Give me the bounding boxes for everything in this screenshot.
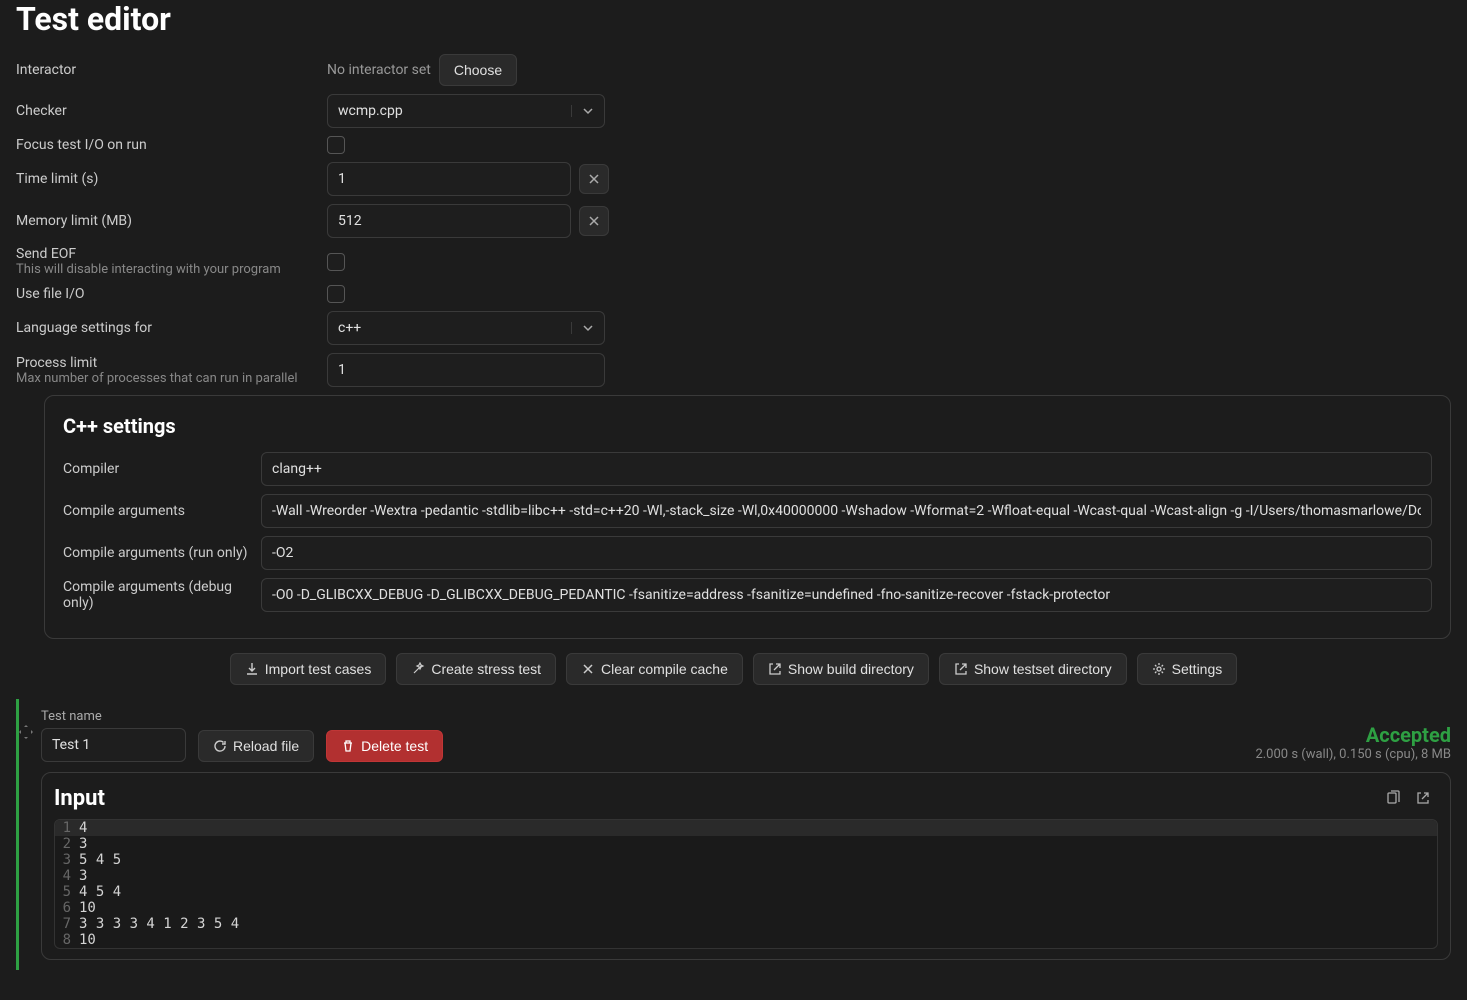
line-number: 4 (55, 868, 79, 884)
reload-file-button[interactable]: Reload file (198, 730, 314, 762)
choose-interactor-button[interactable]: Choose (439, 54, 517, 86)
clear-compile-cache-button[interactable]: Clear compile cache (566, 653, 743, 685)
test-block: Test name Reload file Delete test Accept… (16, 699, 1451, 970)
page-title: Test editor (16, 0, 1451, 38)
create-stress-test-button[interactable]: Create stress test (396, 653, 556, 685)
wand-icon (411, 662, 425, 676)
test-name-input[interactable] (41, 728, 186, 762)
drag-handle-icon[interactable] (17, 723, 35, 741)
reload-icon (213, 739, 227, 753)
send-eof-checkbox[interactable] (327, 253, 345, 271)
line-content: 3 (79, 868, 87, 884)
time-limit-label: Time limit (s) (16, 171, 319, 187)
status-badge: Accepted (1255, 723, 1451, 747)
line-number: 8 (55, 932, 79, 948)
line-content: 5 4 5 (79, 852, 121, 868)
send-eof-label: Send EOF This will disable interacting w… (16, 246, 319, 277)
external-link-icon (1415, 790, 1431, 806)
download-icon (245, 662, 259, 676)
line-content: 10 (79, 932, 96, 948)
line-number: 3 (55, 852, 79, 868)
code-line: 43 (55, 868, 1437, 884)
language-label: Language settings for (16, 320, 319, 336)
focus-io-checkbox[interactable] (327, 136, 345, 154)
checker-label: Checker (16, 103, 319, 119)
show-testset-directory-button[interactable]: Show testset directory (939, 653, 1127, 685)
process-limit-input[interactable] (327, 353, 605, 387)
memory-limit-label: Memory limit (MB) (16, 213, 319, 229)
code-line: 23 (55, 836, 1437, 852)
checker-value: wcmp.cpp (338, 103, 403, 119)
compiler-input[interactable] (261, 452, 1432, 486)
copy-input-button[interactable] (1378, 783, 1408, 813)
code-line: 73 3 3 3 4 1 2 3 5 4 (55, 916, 1437, 932)
line-content: 3 (79, 836, 87, 852)
external-link-icon (954, 662, 968, 676)
delete-test-button[interactable]: Delete test (326, 730, 443, 762)
line-content: 4 (79, 820, 87, 836)
memory-limit-input[interactable] (327, 204, 571, 238)
test-name-label: Test name (41, 709, 186, 724)
process-limit-label: Process limit Max number of processes th… (16, 355, 319, 386)
line-content: 3 3 3 3 4 1 2 3 5 4 (79, 916, 239, 932)
line-number: 1 (55, 820, 79, 836)
clear-time-button[interactable] (579, 164, 609, 194)
use-file-io-checkbox[interactable] (327, 285, 345, 303)
close-icon (588, 173, 600, 185)
open-input-external-button[interactable] (1408, 783, 1438, 813)
copy-icon (1385, 790, 1401, 806)
action-bar: Import test cases Create stress test Cle… (16, 653, 1451, 685)
import-test-cases-button[interactable]: Import test cases (230, 653, 387, 685)
compile-args-run-input[interactable] (261, 536, 1432, 570)
show-build-directory-button[interactable]: Show build directory (753, 653, 929, 685)
gear-icon (1152, 662, 1166, 676)
code-line: 14 (55, 820, 1437, 836)
language-value: c++ (338, 320, 361, 336)
external-link-icon (768, 662, 782, 676)
trash-icon (341, 739, 355, 753)
cpp-settings-heading: C++ settings (63, 414, 1432, 438)
code-line: 54 5 4 (55, 884, 1437, 900)
interactor-value: No interactor set (327, 62, 431, 78)
clear-memory-button[interactable] (579, 206, 609, 236)
line-number: 7 (55, 916, 79, 932)
close-icon (588, 215, 600, 227)
status-meta: 2.000 s (wall), 0.150 s (cpu), 8 MB (1255, 747, 1451, 762)
compile-args-debug-label: Compile arguments (debug only) (63, 579, 253, 611)
line-number: 6 (55, 900, 79, 916)
use-file-io-label: Use file I/O (16, 286, 319, 302)
compile-args-input[interactable] (261, 494, 1432, 528)
code-line: 810 (55, 932, 1437, 948)
line-number: 5 (55, 884, 79, 900)
compiler-label: Compiler (63, 461, 253, 477)
compile-args-debug-input[interactable] (261, 578, 1432, 612)
input-editor[interactable]: 142335 4 54354 5 461073 3 3 3 4 1 2 3 5 … (54, 819, 1438, 949)
time-limit-input[interactable] (327, 162, 571, 196)
line-content: 4 5 4 (79, 884, 121, 900)
language-select[interactable]: c++ (327, 311, 605, 345)
focus-io-label: Focus test I/O on run (16, 137, 319, 153)
interactor-label: Interactor (16, 62, 319, 78)
line-content: 10 (79, 900, 96, 916)
checker-select[interactable]: wcmp.cpp (327, 94, 605, 128)
input-heading: Input (54, 786, 105, 811)
compile-args-label: Compile arguments (63, 503, 253, 519)
cpp-settings-panel: C++ settings Compiler Compile arguments … (44, 395, 1451, 639)
code-line: 35 4 5 (55, 852, 1437, 868)
compile-args-run-label: Compile arguments (run only) (63, 545, 253, 561)
chevron-down-icon (571, 105, 594, 117)
input-panel: Input 142335 4 54354 5 461073 3 3 3 4 1 … (41, 772, 1451, 960)
close-icon (581, 662, 595, 676)
line-number: 2 (55, 836, 79, 852)
code-line: 610 (55, 900, 1437, 916)
chevron-down-icon (571, 322, 594, 334)
settings-button[interactable]: Settings (1137, 653, 1238, 685)
